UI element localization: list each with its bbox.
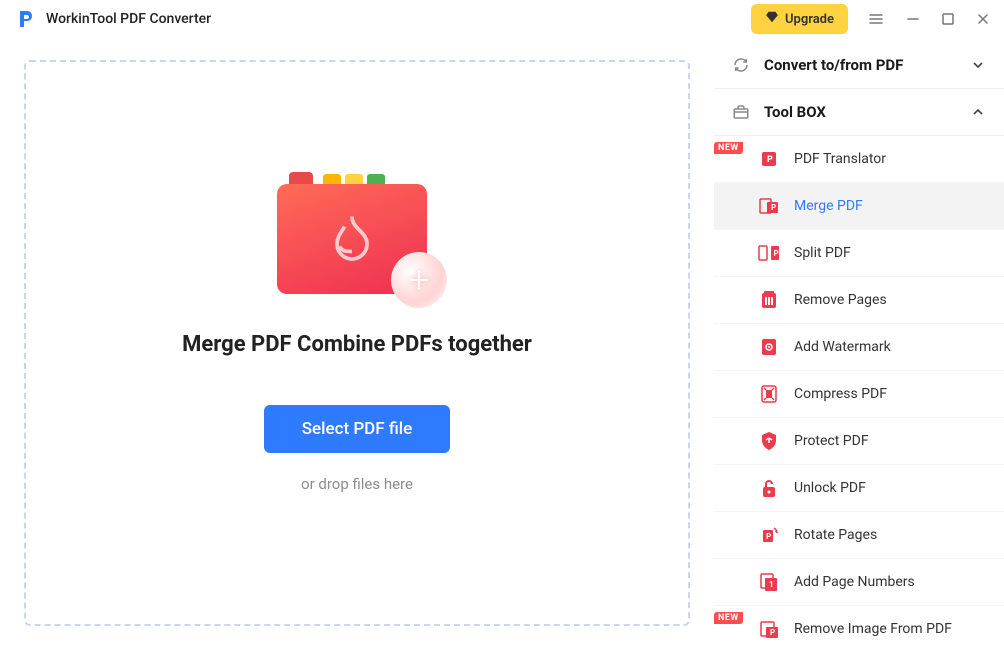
page-numbers-icon: 1 — [758, 571, 780, 593]
tool-label: Add Page Numbers — [794, 574, 915, 590]
toolbox-icon — [732, 103, 754, 121]
remove-pages-icon — [758, 289, 780, 311]
tool-label: Unlock PDF — [794, 480, 866, 496]
tool-item-rotate-pages[interactable]: P Rotate Pages — [714, 512, 1004, 559]
tool-label: Protect PDF — [794, 433, 869, 449]
svg-text:P: P — [774, 249, 779, 258]
app-title: WorkinTool PDF Converter — [46, 11, 211, 27]
page-heading: Merge PDF Combine PDFs together — [182, 332, 532, 357]
titlebar: WorkinTool PDF Converter Upgrade — [0, 0, 1004, 38]
section-title: Tool BOX — [764, 103, 970, 121]
translator-icon: P — [758, 148, 780, 170]
tool-label: Rotate Pages — [794, 527, 877, 543]
svg-text:P: P — [771, 203, 776, 212]
protect-icon — [758, 430, 780, 452]
tool-label: PDF Translator — [794, 151, 886, 167]
watermark-icon — [758, 336, 780, 358]
window-controls — [868, 11, 990, 27]
rotate-icon: P — [758, 524, 780, 546]
tool-item-compress-pdf[interactable]: Compress PDF — [714, 371, 1004, 418]
close-button[interactable] — [976, 12, 990, 26]
menu-button[interactable] — [868, 11, 884, 27]
svg-text:P: P — [770, 628, 775, 637]
folder-illustration: + — [277, 172, 437, 302]
maximize-button[interactable] — [942, 13, 954, 25]
app-logo-icon — [14, 7, 38, 31]
tool-item-remove-image[interactable]: NEW P Remove Image From PDF — [714, 606, 1004, 650]
section-toolbox[interactable]: Tool BOX — [714, 89, 1004, 136]
section-title: Convert to/from PDF — [764, 56, 970, 74]
refresh-icon — [732, 56, 754, 74]
tool-label: Remove Pages — [794, 292, 887, 308]
svg-text:P: P — [767, 155, 773, 165]
tool-label: Remove Image From PDF — [794, 621, 952, 637]
remove-image-icon: P — [758, 618, 780, 640]
upgrade-button[interactable]: Upgrade — [751, 4, 848, 34]
main-panel: + Merge PDF Combine PDFs together Select… — [0, 38, 714, 650]
chevron-up-icon — [970, 104, 986, 120]
drop-zone[interactable]: + Merge PDF Combine PDFs together Select… — [24, 60, 690, 626]
drop-hint: or drop files here — [301, 475, 413, 493]
tool-item-add-watermark[interactable]: Add Watermark — [714, 324, 1004, 371]
new-badge: NEW — [714, 612, 743, 624]
split-icon: P — [758, 242, 780, 264]
sidebar[interactable]: Convert to/from PDF Tool BOX NEW P PDF T… — [714, 38, 1004, 650]
tool-item-unlock-pdf[interactable]: Unlock PDF — [714, 465, 1004, 512]
tool-label: Merge PDF — [794, 198, 863, 214]
tool-item-merge-pdf[interactable]: P Merge PDF — [714, 183, 1004, 230]
svg-text:1: 1 — [769, 580, 774, 589]
unlock-icon — [758, 477, 780, 499]
svg-text:P: P — [766, 532, 771, 541]
select-file-button[interactable]: Select PDF file — [264, 405, 451, 453]
new-badge: NEW — [714, 142, 743, 154]
tool-item-pdf-translator[interactable]: NEW P PDF Translator — [714, 136, 1004, 183]
tool-item-add-page-numbers[interactable]: 1 Add Page Numbers — [714, 559, 1004, 606]
compress-icon — [758, 383, 780, 405]
section-convert[interactable]: Convert to/from PDF — [714, 42, 1004, 89]
chevron-down-icon — [970, 57, 986, 73]
tool-label: Add Watermark — [794, 339, 891, 355]
upgrade-label: Upgrade — [785, 12, 834, 27]
tool-item-protect-pdf[interactable]: Protect PDF — [714, 418, 1004, 465]
plus-icon: + — [391, 252, 447, 308]
diamond-icon — [765, 10, 779, 28]
minimize-button[interactable] — [906, 12, 920, 26]
tool-label: Split PDF — [794, 245, 851, 261]
toolbox-list: NEW P PDF Translator P Merge PDF P Split… — [714, 136, 1004, 650]
tool-item-split-pdf[interactable]: P Split PDF — [714, 230, 1004, 277]
tool-label: Compress PDF — [794, 386, 887, 402]
merge-icon: P — [758, 195, 780, 217]
tool-item-remove-pages[interactable]: Remove Pages — [714, 277, 1004, 324]
